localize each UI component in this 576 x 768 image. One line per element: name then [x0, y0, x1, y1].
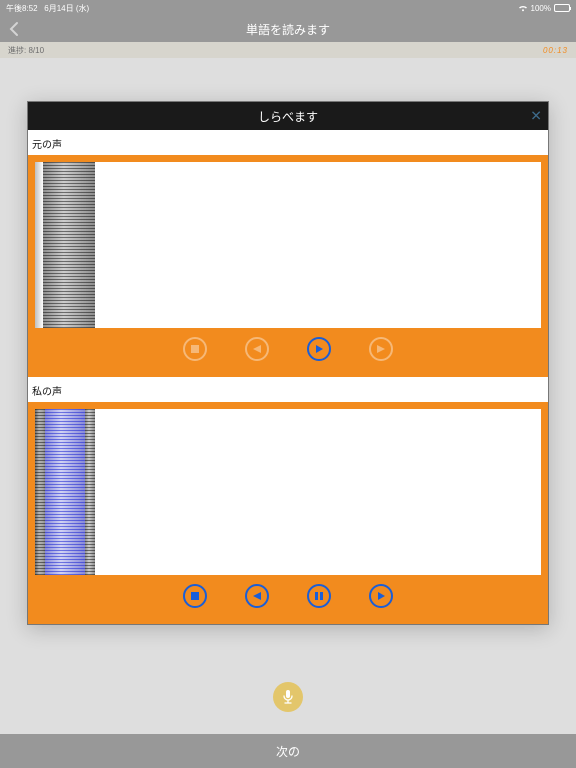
progress-strip: 進捗: 8/10 00:13: [0, 42, 576, 58]
compare-modal: しらべます ✕ 元の声 私の声: [27, 101, 549, 625]
close-button[interactable]: ✕: [530, 108, 542, 125]
battery-pct: 100%: [531, 4, 551, 13]
status-bar: 午後8:52 6月14日 (水) 100%: [0, 0, 576, 16]
wifi-icon: [518, 4, 528, 12]
stop-button[interactable]: [183, 337, 207, 361]
battery-icon: [554, 4, 570, 12]
mic-button[interactable]: [273, 682, 303, 712]
back-button[interactable]: [8, 21, 20, 37]
my-audio-block: [28, 402, 548, 624]
stop-button[interactable]: [183, 584, 207, 608]
next-button[interactable]: 次の: [0, 734, 576, 768]
next-label: 次の: [276, 743, 300, 760]
play-button[interactable]: [369, 584, 393, 608]
original-audio-block: [28, 155, 548, 377]
play-button[interactable]: [307, 337, 331, 361]
forward-button[interactable]: [369, 337, 393, 361]
my-controls: [34, 576, 542, 618]
original-spectrogram[interactable]: [34, 161, 542, 329]
rewind-button[interactable]: [245, 337, 269, 361]
nav-bar: 単語を読みます: [0, 16, 576, 42]
section-label-mine: 私の声: [28, 377, 548, 402]
status-date: 6月14日 (水): [44, 4, 89, 13]
my-spectrogram[interactable]: [34, 408, 542, 576]
page-title: 単語を読みます: [246, 21, 330, 38]
status-time: 午後8:52: [6, 4, 38, 13]
pause-button[interactable]: [307, 584, 331, 608]
status-left: 午後8:52 6月14日 (水): [6, 3, 89, 14]
timer-label: 00:13: [543, 46, 568, 55]
status-right: 100%: [518, 4, 570, 13]
progress-label: 進捗: 8/10: [8, 45, 44, 56]
modal-header: しらべます ✕: [28, 102, 548, 130]
section-label-original: 元の声: [28, 130, 548, 155]
rewind-button[interactable]: [245, 584, 269, 608]
original-controls: [34, 329, 542, 371]
modal-title: しらべます: [258, 108, 318, 125]
